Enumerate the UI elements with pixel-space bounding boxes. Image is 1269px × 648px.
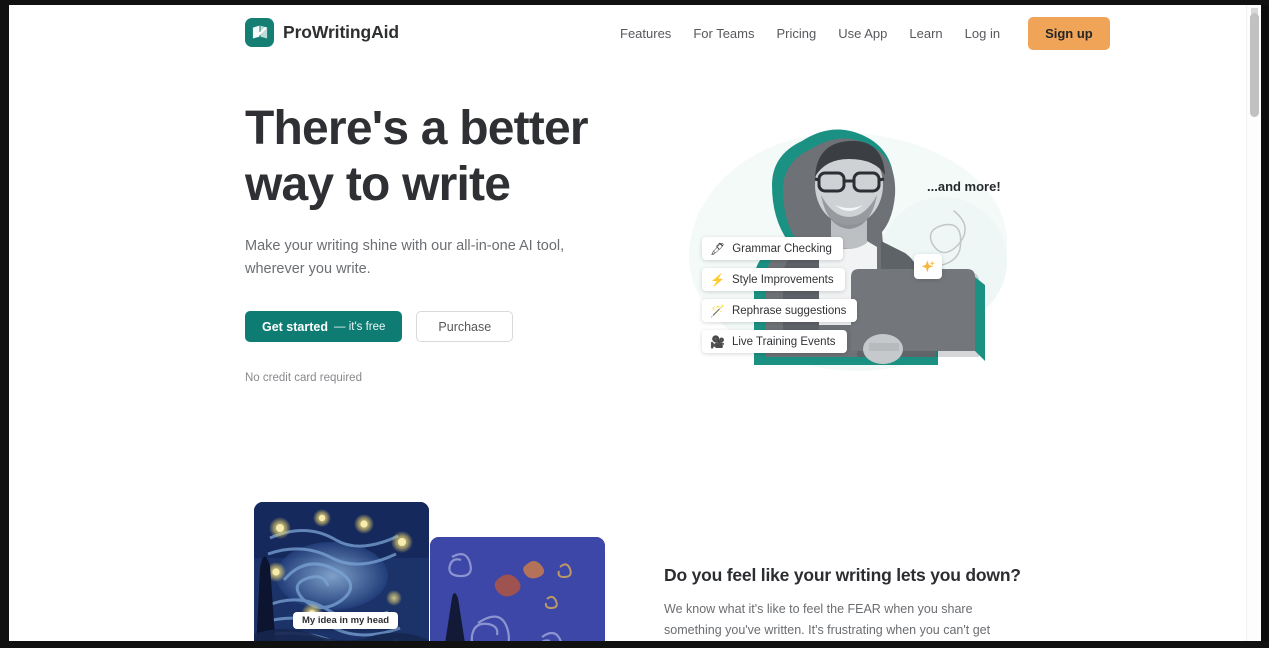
hero-subtitle: Make your writing shine with our all-in-…	[245, 238, 565, 277]
section-title: Do you feel like your writing lets you d…	[664, 565, 1021, 585]
sparkle-icon	[914, 254, 942, 279]
feature-chip-live-training-events: 🎥 Live Training Events	[702, 330, 847, 353]
main-navigation: Features For Teams Pricing Use App Learn…	[609, 17, 1110, 50]
site-header: ProWritingAid Features For Teams Pricing…	[9, 5, 1246, 62]
hero-section: There's a better way to write Make your …	[245, 101, 625, 384]
hero-title-line-2: way to write	[245, 158, 511, 211]
window-chrome-left	[0, 0, 9, 648]
nav-log-in[interactable]: Log in	[954, 18, 1011, 49]
get-started-note: — it's free	[334, 320, 386, 333]
no-credit-card-note: No credit card required	[245, 372, 362, 384]
purchase-button[interactable]: Purchase	[416, 311, 514, 342]
nav-for-teams[interactable]: For Teams	[682, 18, 765, 49]
feature-chip-label: Live Training Events	[731, 335, 836, 348]
feature-chip-label: Rephrase suggestions	[731, 304, 847, 317]
quill-pen-icon: 🖋	[710, 241, 726, 256]
section-body: We know what it's like to feel the FEAR …	[664, 602, 991, 637]
scrollbar-thumb[interactable]	[1250, 13, 1259, 117]
nav-learn[interactable]: Learn	[898, 18, 953, 49]
brand-name: ProWritingAid	[283, 22, 400, 42]
feature-chip-label: Style Improvements	[731, 273, 834, 286]
and-more-label: ...and more!	[927, 179, 1001, 194]
get-started-button[interactable]: Get started — it's free	[245, 311, 403, 342]
idea-on-page-card	[430, 537, 605, 641]
window-chrome-bottom	[0, 641, 1269, 648]
idea-comparison-cards: My idea in my head	[245, 495, 605, 641]
sign-up-button[interactable]: Sign up	[1028, 17, 1110, 50]
nav-pricing[interactable]: Pricing	[765, 18, 827, 49]
hero-title-line-1: There's a better	[245, 102, 589, 155]
feature-chip-label: Grammar Checking	[732, 242, 832, 255]
lightning-bolt-icon: ⚡	[710, 272, 725, 287]
nav-use-app[interactable]: Use App	[827, 18, 898, 49]
feature-chip-rephrase-suggestions: 🪄 Rephrase suggestions	[702, 299, 858, 322]
hero-title: There's a better way to write	[245, 101, 625, 213]
book-check-icon	[245, 18, 274, 47]
brand-logo-link[interactable]: ProWritingAid	[245, 18, 399, 47]
feature-chip-style-improvements: ⚡ Style Improvements	[702, 268, 845, 291]
get-started-label: Get started	[262, 319, 328, 334]
page-scrollbar[interactable]	[1246, 5, 1261, 641]
idea-card-caption: My idea in my head	[293, 612, 399, 629]
feature-chip-grammar-checking: 🖋 Grammar Checking	[702, 237, 843, 260]
nav-features[interactable]: Features	[609, 18, 682, 49]
video-camera-icon: 🎥	[710, 334, 725, 349]
browser-viewport: ProWritingAid Features For Teams Pricing…	[0, 0, 1269, 648]
page-content: ProWritingAid Features For Teams Pricing…	[9, 5, 1261, 641]
writing-question-section: Do you feel like your writing lets you d…	[664, 565, 1024, 641]
hero-actions: Get started — it's free Purchase	[245, 311, 625, 342]
hero-illustration: 🖋 Grammar Checking ⚡ Style Improvements …	[669, 101, 1029, 401]
magic-wand-icon: 🪄	[710, 303, 725, 318]
